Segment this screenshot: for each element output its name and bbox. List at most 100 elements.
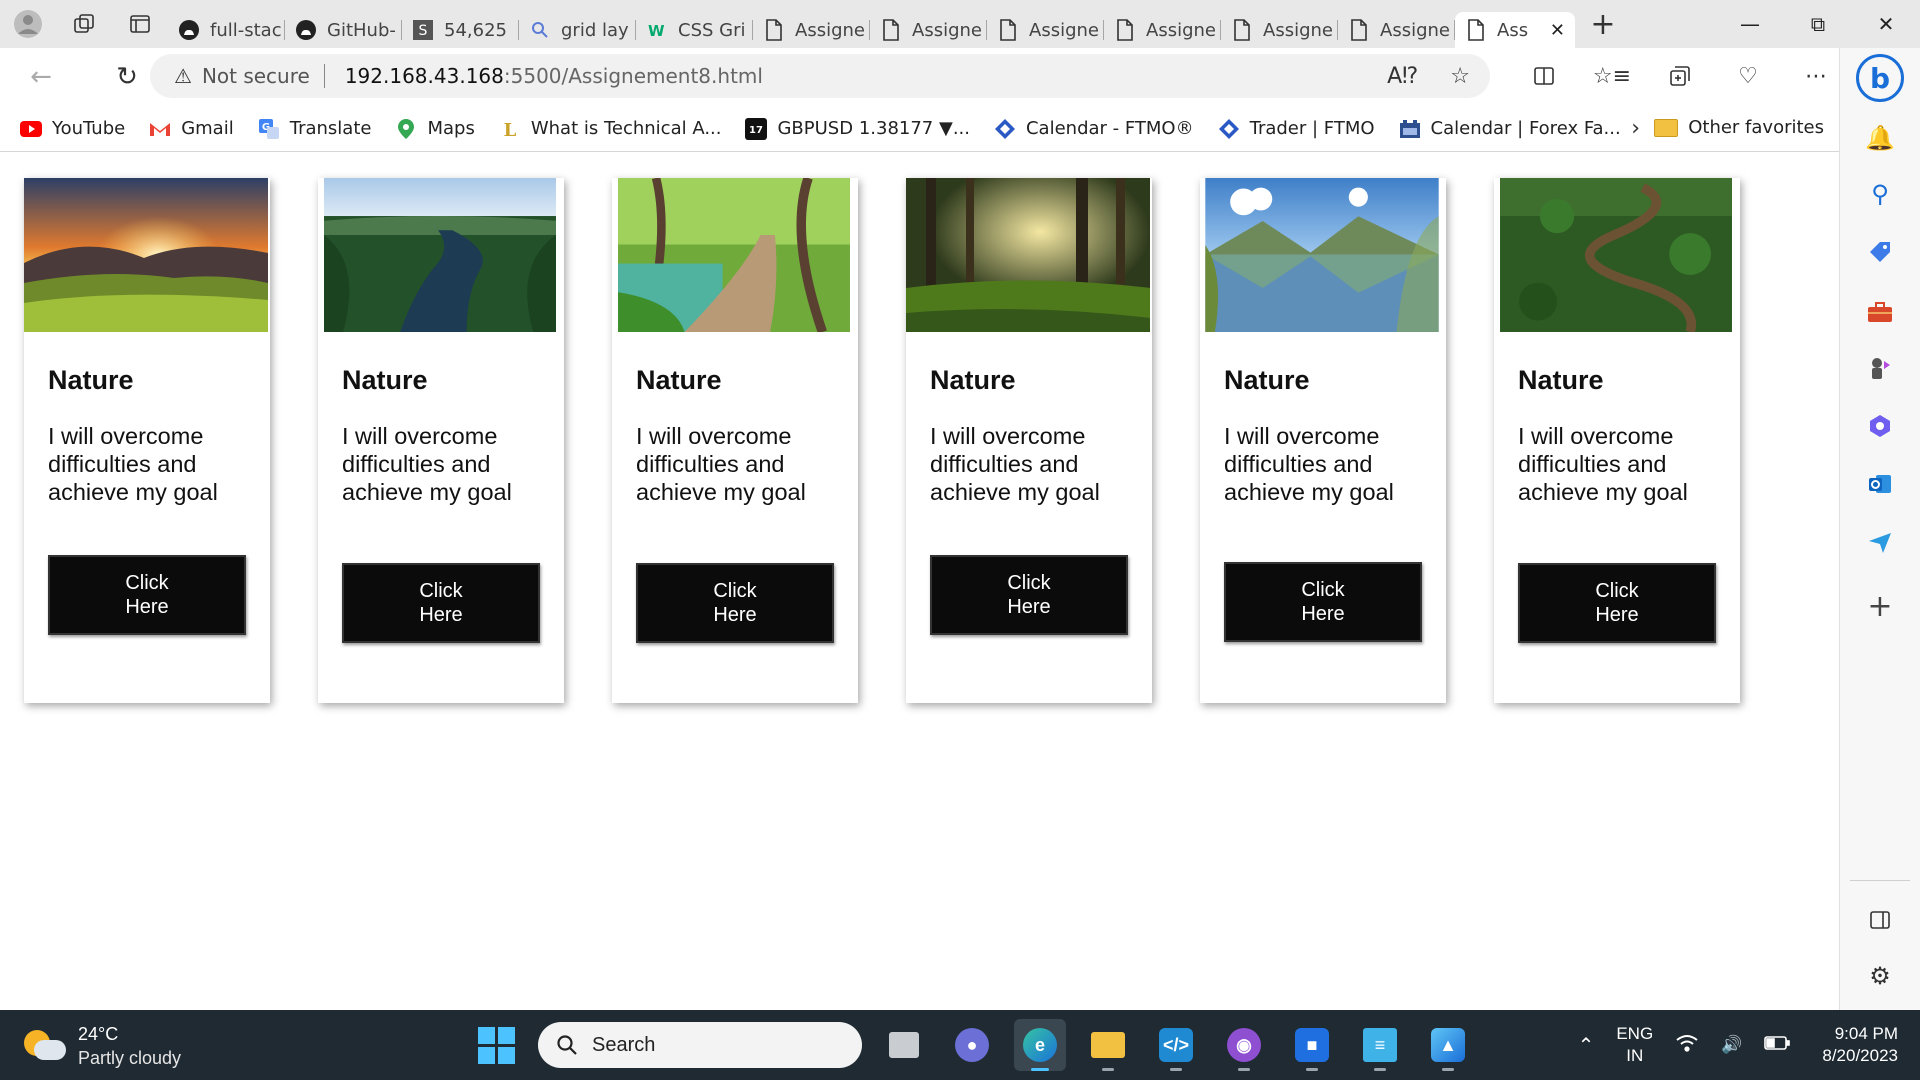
teams-chat-icon[interactable]: ● [946,1019,998,1071]
new-tab-button[interactable]: + [1581,2,1625,46]
notification-bell-icon[interactable]: 🔔 [1860,118,1900,158]
tab[interactable]: S 54,625 [402,12,519,48]
chevron-up-icon[interactable]: ⌃ [1578,1033,1595,1058]
photos-icon[interactable]: ▲ [1422,1019,1474,1071]
restore-button[interactable]: ⧉ [1784,0,1852,48]
chevron-right-icon[interactable]: › [1631,116,1640,141]
favorites-icon[interactable]: ☆≡ [1588,54,1636,98]
security-status[interactable]: Not secure [202,64,310,88]
settings-gear-icon[interactable]: ⚙ [1860,956,1900,996]
tab-label: Assigne [795,19,865,41]
address-bar[interactable]: ⚠ Not secure 192.168.43.168:5500/Assigne… [150,54,1490,98]
microsoft-365-icon[interactable] [1860,406,1900,446]
favorite-link[interactable]: Gmail [149,118,234,140]
add-sidebar-app-icon[interactable]: + [1860,586,1900,626]
tab[interactable]: Assigne [1338,12,1455,48]
tab[interactable]: grid lay [519,12,636,48]
favorites-bar: YouTube Gmail G Translate Maps L What is Techn… [0,106,1840,152]
favorite-link[interactable]: L What is Technical A... [499,118,722,140]
click-here-button[interactable]: Click Here [1518,563,1716,643]
favorite-label: GBPUSD 1.38177 ▼... [777,118,970,139]
battery-icon[interactable] [1764,1035,1791,1056]
search-sidebar-icon[interactable]: ⚲ [1860,174,1900,214]
gmail-icon [149,118,171,140]
read-aloud-icon[interactable]: A⁉ [1387,64,1418,89]
click-here-button[interactable]: Click Here [636,563,834,643]
tab[interactable]: Assigne [870,12,987,48]
minimize-button[interactable]: — [1716,0,1784,48]
click-here-button[interactable]: Click Here [342,563,540,643]
tab-label: Ass [1497,19,1529,41]
nature-card: Nature I will overcome difficulties and a… [612,178,858,703]
file-explorer-icon[interactable] [1082,1019,1134,1071]
favorite-link[interactable]: Trader | FTMO [1218,118,1375,140]
split-screen-icon[interactable] [1520,54,1568,98]
profile-avatar-icon[interactable] [0,0,56,48]
click-here-button[interactable]: Click Here [48,555,246,635]
weather-widget[interactable]: 24°C Partly cloudy [22,1022,181,1070]
maps-icon [395,118,417,140]
page-icon [997,19,1019,41]
send-icon[interactable] [1860,522,1900,562]
tab[interactable]: Assigne [753,12,870,48]
tab[interactable]: Assigne [1221,12,1338,48]
edge-browser-icon[interactable]: e [1014,1019,1066,1071]
favorite-link[interactable]: 17 GBPUSD 1.38177 ▼... [745,117,970,140]
outlook-icon[interactable] [1860,464,1900,504]
tab[interactable]: W CSS Gri [636,12,753,48]
tab-label: grid lay [561,19,629,41]
collections-icon[interactable] [1656,54,1704,98]
close-tab-icon[interactable]: ✕ [1550,20,1565,41]
favorite-link[interactable]: Calendar - FTMO® [994,118,1194,140]
vscode-icon[interactable]: </> [1150,1019,1202,1071]
favorite-star-icon[interactable]: ☆ [1450,64,1470,89]
github-desktop-icon[interactable]: ◉ [1218,1019,1270,1071]
favorite-link[interactable]: YouTube [20,118,125,140]
start-windows-icon[interactable] [470,1019,522,1071]
button-label: Click Here [419,580,463,626]
reload-button[interactable]: ↻ [102,55,152,99]
task-view-icon[interactable] [878,1019,930,1071]
taskbar-search[interactable]: Search [538,1022,862,1068]
tab[interactable]: Assigne [987,12,1104,48]
edge-sidebar: b 🔔 ⚲ + ⚙ [1839,48,1920,1010]
taskbar-apps: Search ● e </> ◉ ■ ≡ ▲ [470,1019,1474,1071]
notepad-icon[interactable]: ≡ [1354,1019,1406,1071]
warning-icon[interactable]: ⚠ [174,64,192,88]
favorite-link[interactable]: Calendar | Forex Fa... [1399,118,1621,140]
card-image-mountain-lake [1200,178,1446,332]
wifi-icon[interactable] [1675,1033,1699,1058]
browser-essentials-icon[interactable]: ♡ [1724,54,1772,98]
clock[interactable]: 9:04 PM 8/20/2023 [1822,1023,1898,1067]
tab[interactable]: full-stac [168,12,285,48]
volume-icon[interactable]: 🔊 [1721,1035,1742,1055]
nature-card: Nature I will overcome difficulties and a… [1200,178,1446,703]
card-image-sunlit-forest [906,178,1152,332]
tab-actions-icon[interactable] [112,0,168,48]
ftmo-icon [1218,118,1240,140]
language-indicator[interactable]: ENG IN [1616,1023,1653,1067]
back-button[interactable]: ← [16,55,66,99]
more-menu-icon[interactable]: ⋯ [1792,54,1840,98]
window-controls: — ⧉ ✕ [1716,0,1920,48]
region-code: IN [1626,1046,1644,1065]
favorite-label: What is Technical A... [530,118,722,139]
tab[interactable]: Assigne [1104,12,1221,48]
close-window-button[interactable]: ✕ [1852,0,1920,48]
tab-label: GitHub- [327,19,396,41]
click-here-button[interactable]: Click Here [930,555,1128,635]
tools-briefcase-icon[interactable] [1860,292,1900,332]
favorite-link[interactable]: Maps [395,118,475,140]
tab-active[interactable]: Ass ✕ [1455,12,1575,48]
games-icon[interactable] [1860,348,1900,388]
favorite-link[interactable]: G Translate [258,118,371,140]
whiteboard-icon[interactable]: ■ [1286,1019,1338,1071]
shopping-tag-icon[interactable] [1860,232,1900,272]
click-here-button[interactable]: Click Here [1224,562,1422,642]
tradingview-icon: 17 [745,117,768,140]
other-favorites-folder[interactable]: Other favorites [1654,117,1824,138]
bing-copilot-icon[interactable]: b [1856,54,1904,102]
tab[interactable]: GitHub- [285,12,402,48]
hide-sidebar-icon[interactable] [1860,900,1900,940]
workspaces-icon[interactable] [56,0,112,48]
